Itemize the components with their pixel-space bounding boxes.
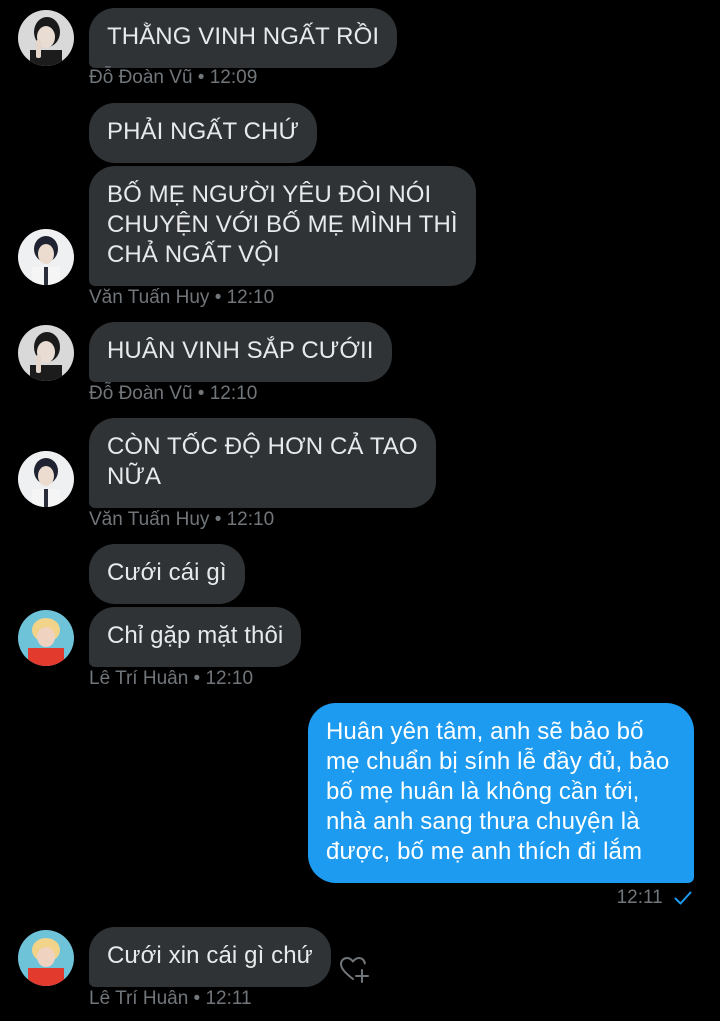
message-meta: Lê Trí Huân • 12:10 (89, 668, 254, 689)
message-meta: Văn Tuấn Huy • 12:10 (89, 509, 275, 530)
avatar-image (18, 10, 74, 66)
message-bubble[interactable]: THẰNG VINH NGẤT RỒI (89, 8, 398, 68)
message-meta: Đỗ Đoàn Vũ • 12:10 (89, 383, 258, 404)
message-time: 12:11 (616, 887, 663, 908)
avatar-do-doan-vu[interactable] (18, 325, 74, 381)
message-bubble[interactable]: Cưới xin cái gì chứ (89, 927, 331, 987)
avatar-image (18, 930, 74, 986)
avatar-le-tri-huan[interactable] (18, 610, 74, 666)
message-bubble[interactable]: Cưới cái gì (89, 544, 245, 604)
message-meta: Văn Tuấn Huy • 12:10 (89, 287, 275, 308)
avatar-image (18, 325, 74, 381)
avatar-image (18, 610, 74, 666)
message-bubble[interactable]: HUÂN VINH SẮP CƯỚII (89, 322, 392, 382)
avatar-le-tri-huan[interactable] (18, 930, 74, 986)
avatar-do-doan-vu[interactable] (18, 10, 74, 66)
message-meta: Lê Trí Huân • 12:11 (89, 988, 252, 1009)
message-bubble[interactable]: PHẢI NGẤT CHỨ (89, 103, 318, 163)
heart-plus-icon[interactable] (338, 953, 370, 985)
message-bubble[interactable]: CÒN TỐC ĐỘ HƠN CẢ TAO NỮA (89, 418, 436, 508)
message-bubble[interactable]: Chỉ gặp mặt thôi (89, 607, 302, 667)
avatar-van-tuan-huy[interactable] (18, 451, 74, 507)
checkmark-icon (674, 891, 692, 905)
outgoing-message-bubble[interactable]: Huân yên tâm, anh sẽ bảo bố mẹ chuẩn bị … (308, 703, 694, 883)
message-status: 12:11 (617, 887, 692, 909)
message-meta: Đỗ Đoàn Vũ • 12:09 (89, 67, 258, 88)
avatar-image (18, 229, 74, 285)
avatar-image (18, 451, 74, 507)
message-bubble[interactable]: BỐ MẸ NGƯỜI YÊU ĐÒI NÓI CHUYỆN VỚI BỐ MẸ… (89, 166, 476, 286)
avatar-van-tuan-huy[interactable] (18, 229, 74, 285)
